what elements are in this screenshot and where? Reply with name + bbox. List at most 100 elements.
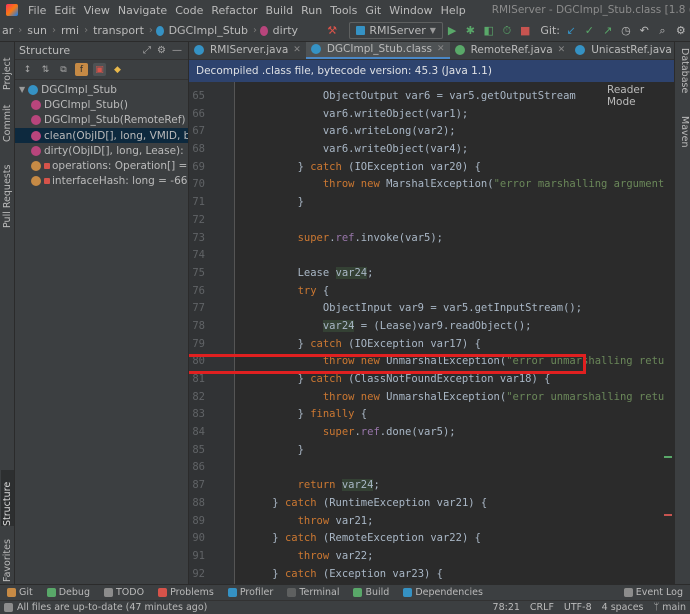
git-branch[interactable]: ᛘ main <box>654 602 686 613</box>
tab-pull-requests[interactable]: Pull Requests <box>1 150 14 228</box>
code-line[interactable]: 69 } catch (IOException var20) { <box>189 159 674 177</box>
tree-item-field[interactable]: operations: Operation[] = new <box>15 158 188 173</box>
code-line[interactable]: 74 <box>189 247 674 265</box>
menu-edit[interactable]: Edit <box>50 4 79 17</box>
menu-tools[interactable]: Tools <box>326 4 361 17</box>
code-line[interactable]: 68 var6.writeObject(var4); <box>189 141 674 159</box>
menu-build[interactable]: Build <box>262 4 298 17</box>
tree-item-method[interactable]: DGCImpl_Stub() <box>15 97 188 112</box>
menu-run[interactable]: Run <box>297 4 326 17</box>
code-line[interactable]: 65 ObjectOutput var6 = var5.getOutputStr… <box>189 88 674 106</box>
tree-item-method[interactable]: DGCImpl_Stub(RemoteRef) <box>15 113 188 128</box>
tab-commit[interactable]: Commit <box>1 98 14 142</box>
tool-debug[interactable]: Debug <box>40 587 97 598</box>
menu-navigate[interactable]: Navigate <box>114 4 171 17</box>
tab-favorites[interactable]: Favorites <box>1 532 14 582</box>
tree-item-method-selected[interactable]: clean(ObjID[], long, VMID, boo <box>15 127 188 144</box>
git-update-icon[interactable]: ↙ <box>565 23 577 39</box>
history-icon[interactable]: ◷ <box>620 23 632 39</box>
code-line[interactable]: 84 super.ref.done(var5); <box>189 424 674 442</box>
profile-icon[interactable]: ⏱ <box>501 23 513 39</box>
tab-dgcimpl-stub-class[interactable]: DGCImpl_Stub.class ✕ <box>305 42 450 59</box>
debug-icon[interactable]: ✱ <box>464 23 476 39</box>
tool-git[interactable]: Git <box>0 587 40 598</box>
tab-rmiserver-java[interactable]: RMIServer.java ✕ <box>189 42 306 59</box>
menu-code[interactable]: Code <box>171 4 207 17</box>
code-line[interactable]: 78 var24 = (Lease)var9.readObject(); <box>189 318 674 336</box>
code-line[interactable]: 86 <box>189 459 674 477</box>
close-icon[interactable]: ✕ <box>437 44 445 54</box>
expand-all-icon[interactable]: ⤢ <box>143 45 151 56</box>
code-line[interactable]: 70 throw new MarshalException("error mar… <box>189 176 674 194</box>
tree-item-class[interactable]: ▼ DGCImpl_Stub <box>15 82 188 97</box>
tool-dependencies[interactable]: Dependencies <box>396 587 490 598</box>
tool-terminal[interactable]: Terminal <box>280 587 346 598</box>
hammer-icon[interactable]: ⚒ <box>326 23 338 39</box>
tool-problems[interactable]: Problems <box>151 587 221 598</box>
menu-git[interactable]: Git <box>361 4 385 17</box>
search-icon[interactable]: ⌕ <box>656 23 668 39</box>
breadcrumb-dirty[interactable]: dirty <box>271 24 300 37</box>
file-encoding[interactable]: UTF-8 <box>564 602 592 613</box>
coverage-icon[interactable]: ◧ <box>483 23 495 39</box>
indent-setting[interactable]: 4 spaces <box>602 602 644 613</box>
code-line[interactable]: 92 } catch (Exception var23) { <box>189 566 674 584</box>
tool-profiler[interactable]: Profiler <box>221 587 280 598</box>
code-line[interactable]: 85 } <box>189 442 674 460</box>
code-line[interactable]: 89 throw var21; <box>189 513 674 531</box>
breadcrumb-transport[interactable]: transport <box>91 24 146 37</box>
code-line[interactable]: 83 } finally { <box>189 406 674 424</box>
code-line[interactable]: 87 return var24; <box>189 477 674 495</box>
reader-mode-button[interactable]: Reader Mode <box>605 84 674 108</box>
breadcrumb-ar[interactable]: ar <box>0 24 15 37</box>
breadcrumb-dgcimpl-stub[interactable]: DGCImpl_Stub <box>167 24 250 37</box>
close-icon[interactable]: ✕ <box>558 45 566 55</box>
menu-window[interactable]: Window <box>385 4 436 17</box>
run-configuration-select[interactable]: RMIServer ▼ <box>349 22 443 39</box>
rollback-icon[interactable]: ↶ <box>638 23 650 39</box>
menu-help[interactable]: Help <box>437 4 470 17</box>
tab-structure[interactable]: Structure <box>1 470 14 526</box>
code-line[interactable]: 90 } catch (RemoteException var22) { <box>189 530 674 548</box>
stop-icon[interactable]: ■ <box>519 23 531 39</box>
error-stripe[interactable] <box>663 122 673 584</box>
gear-icon[interactable]: ⚙ <box>675 23 687 39</box>
tab-database[interactable]: Database <box>677 48 690 93</box>
tree-item-method[interactable]: dirty(ObjID[], long, Lease): Leas <box>15 143 188 158</box>
caret-position[interactable]: 78:21 <box>493 602 520 613</box>
code-line[interactable]: 73 super.ref.invoke(var5); <box>189 230 674 248</box>
code-line[interactable]: 88 } catch (RuntimeException var21) { <box>189 495 674 513</box>
code-line[interactable]: 77 ObjectInput var9 = var5.getInputStrea… <box>189 300 674 318</box>
sort-visibility-icon[interactable]: ↕ <box>21 63 34 76</box>
code-line[interactable]: 66 var6.writeObject(var1); <box>189 106 674 124</box>
line-separator[interactable]: CRLF <box>530 602 554 613</box>
tab-project[interactable]: Project <box>1 46 14 90</box>
tool-event-log[interactable]: Event Log <box>617 587 690 598</box>
minimize-icon[interactable]: — <box>172 45 182 56</box>
breadcrumb-sun[interactable]: sun <box>25 24 49 37</box>
tool-todo[interactable]: TODO <box>97 587 151 598</box>
menu-view[interactable]: View <box>80 4 114 17</box>
code-line[interactable]: 67 var6.writeLong(var2); <box>189 123 674 141</box>
code-line[interactable]: 79 } catch (IOException var17) { <box>189 336 674 354</box>
code-line[interactable]: 82 throw new UnmarshalException("error u… <box>189 389 674 407</box>
tree-item-field[interactable]: interfaceHash: long = -669196 <box>15 174 188 189</box>
show-lambdas-icon[interactable]: ◆ <box>111 63 124 76</box>
git-commit-icon[interactable]: ✓ <box>583 23 595 39</box>
tab-unicastref-java[interactable]: UnicastRef.java ✕ <box>570 42 674 59</box>
tab-maven[interactable]: Maven <box>677 116 690 148</box>
code-line[interactable]: 75 Lease var24; <box>189 265 674 283</box>
gear-icon[interactable]: ⚙ <box>157 45 166 56</box>
git-push-icon[interactable]: ↗ <box>602 23 614 39</box>
code-line[interactable]: 91 throw var22; <box>189 548 674 566</box>
show-fields-icon[interactable]: f <box>75 63 88 76</box>
tool-build[interactable]: Build <box>346 587 396 598</box>
code-line[interactable]: 72 <box>189 212 674 230</box>
breadcrumb-rmi[interactable]: rmi <box>59 24 81 37</box>
code-area[interactable]: 65 ObjectOutput var6 = var5.getOutputStr… <box>189 82 674 584</box>
stripe-mark[interactable] <box>664 456 672 458</box>
menu-file[interactable]: File <box>24 4 50 17</box>
chevron-down-icon[interactable]: ▼ <box>19 85 25 94</box>
close-icon[interactable]: ✕ <box>293 45 301 55</box>
stripe-mark[interactable] <box>664 514 672 516</box>
